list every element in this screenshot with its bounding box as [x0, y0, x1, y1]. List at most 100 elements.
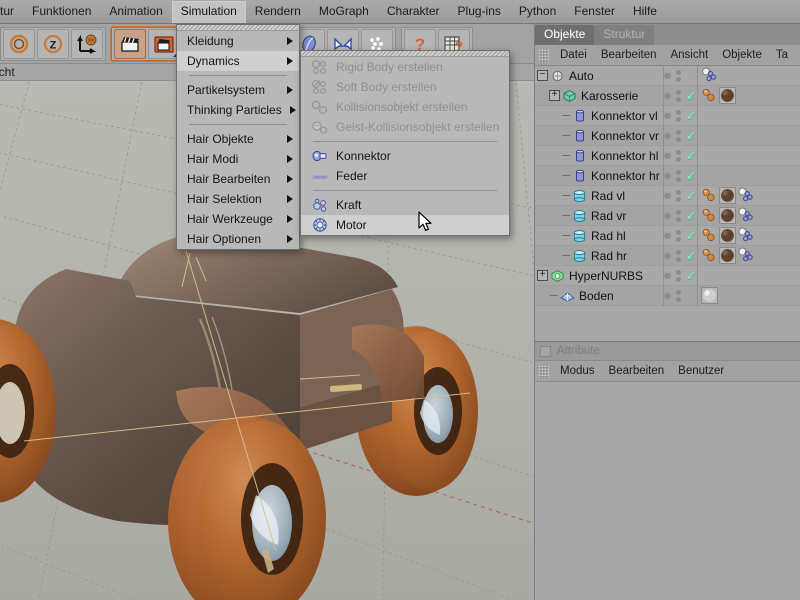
enable-checkmark-icon[interactable]: ✓: [686, 190, 697, 202]
object-tree[interactable]: −Auto+Karosserie✓Konnektor vl✓Konnektor …: [535, 66, 800, 341]
tag-cell[interactable]: [697, 186, 800, 206]
render-visibility-dots[interactable]: [676, 290, 681, 302]
menu-item-dynamics[interactable]: Dynamics: [177, 51, 299, 71]
object-name-cell[interactable]: −Auto: [535, 66, 663, 86]
editor-visibility-dot[interactable]: [664, 152, 671, 159]
tag-cell[interactable]: [697, 66, 800, 86]
object-name-cell[interactable]: Konnektor vl: [535, 106, 663, 126]
object-row[interactable]: +HyperNURBS ✓: [535, 266, 800, 286]
object-name-cell[interactable]: Konnektor hl: [535, 146, 663, 166]
visibility-dots[interactable]: ✓: [663, 106, 697, 126]
visibility-dots[interactable]: ✓: [663, 186, 697, 206]
dynamics-tag[interactable]: [737, 227, 754, 244]
menu-funktionen[interactable]: Funktionen: [23, 1, 100, 23]
world-axis-icon[interactable]: [71, 29, 103, 59]
render-visibility-dots[interactable]: [676, 250, 681, 262]
object-name-cell[interactable]: Konnektor vr: [535, 126, 663, 146]
visibility-dots[interactable]: ✓: [663, 246, 697, 266]
enable-checkmark-icon[interactable]: ✓: [686, 270, 697, 282]
render-visibility-dots[interactable]: [676, 70, 681, 82]
object-row[interactable]: Rad hl✓: [535, 226, 800, 246]
material-brown-tag[interactable]: [719, 187, 736, 204]
menu-hilfe[interactable]: Hilfe: [624, 1, 666, 23]
menu-item-thinking-particles[interactable]: Thinking Particles: [177, 100, 299, 120]
object-row[interactable]: Boden: [535, 286, 800, 306]
menu-simulation[interactable]: Simulation: [172, 1, 246, 23]
object-row[interactable]: +Karosserie ✓: [535, 86, 800, 106]
om-menu-ansicht[interactable]: Ansicht: [663, 47, 715, 63]
visibility-dots[interactable]: ✓: [663, 126, 697, 146]
tab-objekte[interactable]: Objekte: [535, 25, 594, 45]
simulation-dropdown-menu[interactable]: KleidungDynamicsPartikelsystemThinking P…: [176, 24, 300, 250]
material-gray-tag[interactable]: [701, 287, 718, 304]
dynamics-tag[interactable]: [737, 247, 754, 264]
object-name-cell[interactable]: Rad vl: [535, 186, 663, 206]
object-name-cell[interactable]: Konnektor hr: [535, 166, 663, 186]
visibility-dots[interactable]: ✓: [663, 146, 697, 166]
object-row[interactable]: Konnektor vr ✓: [535, 126, 800, 146]
z-axis-icon[interactable]: Z: [37, 29, 69, 59]
tag-cell[interactable]: [697, 286, 800, 306]
menu-item-konnektor[interactable]: Konnektor: [301, 146, 509, 166]
render-visibility-dots[interactable]: [676, 150, 681, 162]
phong-tag[interactable]: [701, 247, 718, 264]
menu-item-motor[interactable]: Motor: [301, 215, 509, 235]
editor-visibility-dot[interactable]: [664, 112, 671, 119]
render-visibility-dots[interactable]: [676, 210, 681, 222]
dynamics-submenu[interactable]: Rigid Body erstellenSoft Body erstellenK…: [300, 50, 510, 236]
circle-orange-icon[interactable]: [3, 29, 35, 59]
object-name-cell[interactable]: +Karosserie: [535, 86, 663, 106]
menu-plug-ins[interactable]: Plug-ins: [449, 1, 510, 23]
material-brown-tag[interactable]: [719, 227, 736, 244]
tree-expander-minus-icon[interactable]: −: [537, 70, 548, 81]
tree-expander-plus-icon[interactable]: +: [537, 270, 548, 281]
attr-menu-benutzer[interactable]: Benutzer: [671, 363, 731, 379]
enable-checkmark-icon[interactable]: ✓: [686, 90, 697, 102]
tree-expander-plus-icon[interactable]: +: [549, 90, 560, 101]
object-row[interactable]: −Auto: [535, 66, 800, 86]
tag-cell[interactable]: [697, 246, 800, 266]
enable-checkmark-icon[interactable]: ✓: [686, 150, 697, 162]
visibility-dots[interactable]: ✓: [663, 226, 697, 246]
editor-visibility-dot[interactable]: [664, 192, 671, 199]
render-visibility-dots[interactable]: [676, 230, 681, 242]
object-name-cell[interactable]: +HyperNURBS: [535, 266, 663, 286]
editor-visibility-dot[interactable]: [664, 232, 671, 239]
attr-menu-bearbeiten[interactable]: Bearbeiten: [602, 363, 672, 379]
render-visibility-dots[interactable]: [676, 170, 681, 182]
object-name-cell[interactable]: Rad hr: [535, 246, 663, 266]
om-menu-objekte[interactable]: Objekte: [715, 47, 769, 63]
dynamics-tag[interactable]: [737, 187, 754, 204]
render-visibility-dots[interactable]: [676, 130, 681, 142]
menu-item-hair-optionen[interactable]: Hair Optionen: [177, 229, 299, 249]
object-row[interactable]: Rad hr✓: [535, 246, 800, 266]
visibility-dots[interactable]: ✓: [663, 166, 697, 186]
render-visibility-dots[interactable]: [676, 90, 681, 102]
object-name-cell[interactable]: Rad vr: [535, 206, 663, 226]
tag-cell[interactable]: [697, 146, 800, 166]
tag-cell[interactable]: [697, 206, 800, 226]
menu-item-hair-bearbeiten[interactable]: Hair Bearbeiten: [177, 169, 299, 189]
tag-cell[interactable]: [697, 106, 800, 126]
menu-charakter[interactable]: Charakter: [378, 1, 449, 23]
object-row[interactable]: Konnektor vl✓: [535, 106, 800, 126]
render-visibility-dots[interactable]: [676, 270, 681, 282]
menu-item-hair-werkzeuge[interactable]: Hair Werkzeuge: [177, 209, 299, 229]
menu-ktur[interactable]: ktur: [0, 1, 23, 23]
visibility-dots[interactable]: ✓: [663, 266, 697, 286]
object-row[interactable]: Konnektor hl ✓: [535, 146, 800, 166]
menu-rendern[interactable]: Rendern: [246, 1, 310, 23]
visibility-dots[interactable]: ✓: [663, 206, 697, 226]
object-name-cell[interactable]: Rad hl: [535, 226, 663, 246]
editor-visibility-dot[interactable]: [664, 252, 671, 259]
menu-item-hair-selektion[interactable]: Hair Selektion: [177, 189, 299, 209]
material-brown-tag[interactable]: [719, 247, 736, 264]
enable-checkmark-icon[interactable]: ✓: [686, 170, 697, 182]
attr-menu-modus[interactable]: Modus: [553, 363, 602, 379]
tag-cell[interactable]: [697, 226, 800, 246]
enable-checkmark-icon[interactable]: ✓: [686, 130, 697, 142]
phong-tag[interactable]: [701, 227, 718, 244]
om-menu-bearbeiten[interactable]: Bearbeiten: [594, 47, 664, 63]
object-row[interactable]: Rad vl ✓: [535, 186, 800, 206]
editor-visibility-dot[interactable]: [664, 72, 671, 79]
